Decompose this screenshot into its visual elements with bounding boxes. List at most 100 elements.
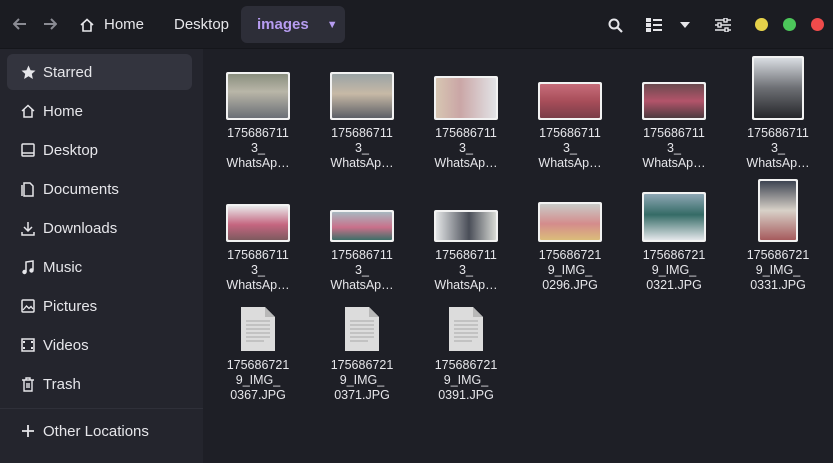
sidebar-item-music[interactable]: Music <box>7 249 192 285</box>
document-icon <box>449 307 483 351</box>
sidebar-item-videos[interactable]: Videos <box>7 327 192 363</box>
forward-button[interactable] <box>36 10 64 38</box>
file-name: 175686711 3_ WhatsAp… <box>746 126 810 170</box>
caret-down-icon <box>680 22 690 28</box>
view-options-button[interactable] <box>671 11 699 39</box>
file-item[interactable]: 175686711 3_ WhatsAp… <box>624 68 724 171</box>
file-item[interactable]: 175686711 3_ WhatsAp… <box>208 68 308 171</box>
arrow-right-icon <box>44 18 57 30</box>
sidebar-item-label: Pictures <box>43 297 98 315</box>
breadcrumb-images[interactable]: images ▼ <box>241 6 345 43</box>
sidebar: Starred Home Desktop Documents Downloads… <box>0 49 203 463</box>
sidebar-divider <box>0 408 203 409</box>
file-item[interactable]: 175686711 3_ WhatsAp… <box>312 189 412 293</box>
file-item[interactable]: 175686721 9_IMG_ 0296.JPG <box>520 189 620 293</box>
sliders-icon <box>715 18 731 32</box>
file-name: 175686721 9_IMG_ 0371.JPG <box>330 358 394 402</box>
menu-button[interactable] <box>709 11 737 39</box>
file-name: 175686721 9_IMG_ 0331.JPG <box>746 248 810 292</box>
file-name: 175686711 3_ WhatsAp… <box>226 126 290 170</box>
file-item[interactable]: 175686711 3_ WhatsAp… <box>208 189 308 293</box>
caret-down-icon: ▼ <box>326 18 338 31</box>
document-icon <box>241 307 275 351</box>
trash-icon <box>20 376 36 392</box>
sidebar-item-label: Downloads <box>43 219 118 237</box>
sidebar-item-downloads[interactable]: Downloads <box>7 210 192 246</box>
file-name: 175686711 3_ WhatsAp… <box>226 248 290 292</box>
sidebar-item-starred[interactable]: Starred <box>7 54 192 90</box>
image-thumbnail <box>434 76 498 120</box>
file-item[interactable]: 175686721 9_IMG_ 0391.JPG <box>416 306 516 403</box>
file-name: 175686721 9_IMG_ 0391.JPG <box>434 358 498 402</box>
file-name: 175686711 3_ WhatsAp… <box>538 126 602 170</box>
file-name: 175686721 9_IMG_ 0367.JPG <box>226 358 290 402</box>
file-name: 175686711 3_ WhatsAp… <box>434 248 498 292</box>
file-item[interactable]: 175686711 3_ WhatsAp… <box>416 68 516 171</box>
image-thumbnail <box>752 56 804 120</box>
sidebar-item-label: Starred <box>43 63 93 81</box>
image-thumbnail <box>226 204 290 242</box>
search-icon <box>608 18 623 33</box>
header-bar: Home Desktop images ▼ <box>0 0 833 49</box>
plus-icon <box>20 423 36 439</box>
image-thumbnail <box>642 192 706 242</box>
documents-icon <box>20 181 36 197</box>
image-thumbnail <box>538 82 602 120</box>
file-item[interactable]: 175686721 9_IMG_ 0371.JPG <box>312 306 412 403</box>
file-name: 175686711 3_ WhatsAp… <box>434 126 498 170</box>
search-button[interactable] <box>601 11 629 39</box>
image-thumbnail <box>330 72 394 120</box>
star-icon <box>20 64 36 80</box>
breadcrumb-desktop[interactable]: Desktop <box>162 6 241 43</box>
pictures-icon <box>20 298 36 314</box>
file-item[interactable]: 175686711 3_ WhatsAp… <box>520 68 620 171</box>
breadcrumb-images-label: images <box>257 16 309 33</box>
file-name: 175686711 3_ WhatsAp… <box>330 126 394 170</box>
arrow-left-icon <box>13 18 26 30</box>
sidebar-item-label: Trash <box>43 375 81 393</box>
back-button[interactable] <box>6 10 34 38</box>
list-view-icon <box>646 18 662 32</box>
sidebar-item-label: Home <box>43 102 84 120</box>
file-item[interactable]: 175686721 9_IMG_ 0321.JPG <box>624 189 724 293</box>
sidebar-item-other-locations[interactable]: Other Locations <box>7 413 192 449</box>
image-thumbnail <box>330 210 394 242</box>
image-thumbnail <box>642 82 706 120</box>
videos-icon <box>20 337 36 353</box>
image-thumbnail <box>758 179 798 242</box>
sidebar-item-desktop[interactable]: Desktop <box>7 132 192 168</box>
image-thumbnail <box>434 210 498 242</box>
file-name: 175686721 9_IMG_ 0321.JPG <box>642 248 706 292</box>
file-name: 175686711 3_ WhatsAp… <box>330 248 394 292</box>
document-icon <box>345 307 379 351</box>
breadcrumb-home-label: Home <box>104 16 145 33</box>
file-item[interactable]: 175686711 3_ WhatsAp… <box>416 189 516 293</box>
sidebar-item-label: Desktop <box>43 141 99 159</box>
sidebar-item-label: Other Locations <box>43 422 149 440</box>
view-toggle-button[interactable] <box>640 11 668 39</box>
minimize-button[interactable] <box>755 18 768 31</box>
file-item[interactable]: 175686711 3_ WhatsAp… <box>312 68 412 171</box>
file-item[interactable]: 175686721 9_IMG_ 0331.JPG <box>728 179 828 293</box>
music-icon <box>20 259 36 275</box>
breadcrumb-home[interactable]: Home <box>68 6 156 43</box>
breadcrumb-desktop-label: Desktop <box>174 16 230 33</box>
sidebar-item-label: Videos <box>43 336 89 354</box>
sidebar-item-label: Music <box>43 258 83 276</box>
desktop-icon <box>20 142 36 158</box>
file-grid: 175686711 3_ WhatsAp… 175686711 3_ Whats… <box>203 49 833 463</box>
image-thumbnail <box>226 72 290 120</box>
sidebar-item-trash[interactable]: Trash <box>7 366 192 402</box>
sidebar-item-pictures[interactable]: Pictures <box>7 288 192 324</box>
sidebar-item-label: Documents <box>43 180 119 198</box>
download-icon <box>20 220 36 236</box>
sidebar-item-documents[interactable]: Documents <box>7 171 192 207</box>
close-button[interactable] <box>811 18 824 31</box>
home-icon <box>80 17 94 32</box>
home-icon <box>20 103 36 119</box>
maximize-button[interactable] <box>783 18 796 31</box>
image-thumbnail <box>538 202 602 242</box>
file-item[interactable]: 175686711 3_ WhatsAp… <box>728 54 828 171</box>
file-item[interactable]: 175686721 9_IMG_ 0367.JPG <box>208 306 308 403</box>
sidebar-item-home[interactable]: Home <box>7 93 192 129</box>
